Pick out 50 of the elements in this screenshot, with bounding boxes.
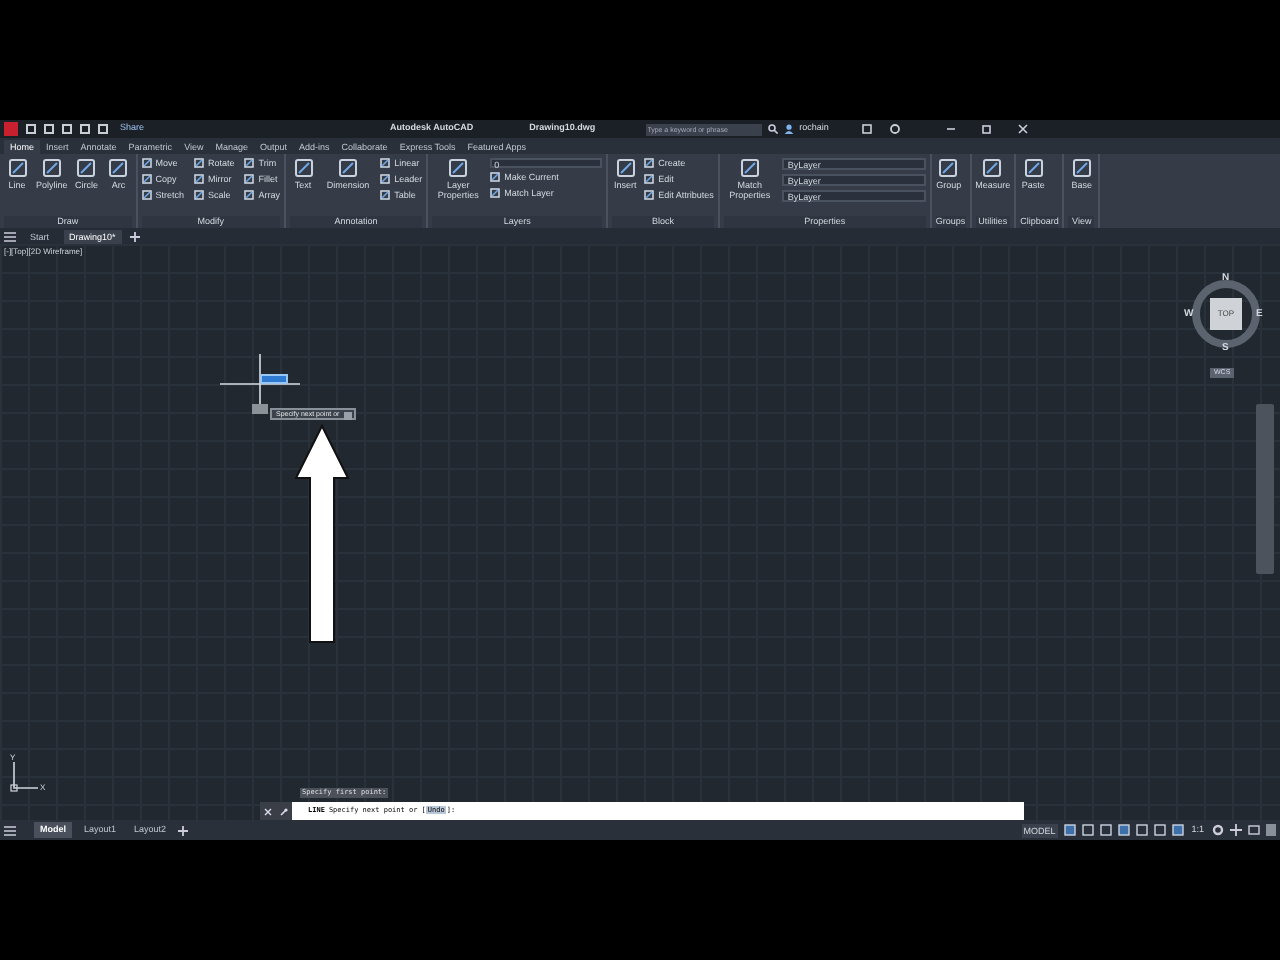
tool-icon: [141, 174, 152, 184]
dynamic-input-field[interactable]: [260, 374, 288, 384]
tool-icon: [982, 158, 1003, 178]
add-layout-icon: [178, 825, 189, 835]
tool-icon: [141, 158, 152, 168]
screen-icon: [1248, 824, 1260, 836]
logo-icon: [4, 122, 18, 136]
tool-icon: [739, 158, 760, 178]
dropdown-icon: [343, 411, 352, 419]
restore-icon: [982, 124, 993, 134]
tool-icon: [41, 158, 62, 178]
tool-icon: [380, 158, 391, 168]
compass-ring: [1190, 278, 1262, 350]
tool-icon: [615, 158, 636, 178]
tool-icon: [1023, 158, 1044, 178]
tool-icon: [448, 158, 469, 178]
tool-icon: [644, 190, 655, 200]
tool-icon: [293, 158, 314, 178]
tool-icon: [938, 158, 959, 178]
menu-icon: [4, 825, 16, 835]
customize-icon: [1266, 824, 1276, 836]
tool-icon: [141, 190, 152, 200]
tool-icon: [244, 190, 255, 200]
minimize-icon: [946, 124, 957, 134]
tool-icon: [76, 158, 97, 178]
tool-icon: [644, 158, 655, 168]
add-tab-icon: [129, 231, 140, 241]
tool-icon: [490, 172, 501, 182]
tool-icon: [380, 174, 391, 184]
tool-icon: [108, 158, 129, 178]
menu-icon: [4, 231, 16, 241]
snap-marker-icon: [252, 404, 268, 414]
tool-icon: [194, 174, 205, 184]
tool-icon: [244, 174, 255, 184]
tool-icon: [194, 158, 205, 168]
user-icon: [783, 124, 794, 134]
tool-icon: [644, 174, 655, 184]
tool-icon: [490, 188, 501, 198]
tool-icon: [244, 158, 255, 168]
plus-icon: [1230, 824, 1242, 836]
tool-icon: [1071, 158, 1092, 178]
wrench-icon: [280, 807, 288, 815]
tool-icon: [380, 190, 391, 200]
close-icon: [264, 807, 272, 815]
tool-icon: [7, 158, 27, 178]
tool-icon: [194, 190, 205, 200]
close-icon: [1018, 124, 1029, 134]
search-icon: [767, 124, 778, 134]
ucs-axes-icon: [8, 760, 40, 792]
tool-icon: [338, 158, 359, 178]
